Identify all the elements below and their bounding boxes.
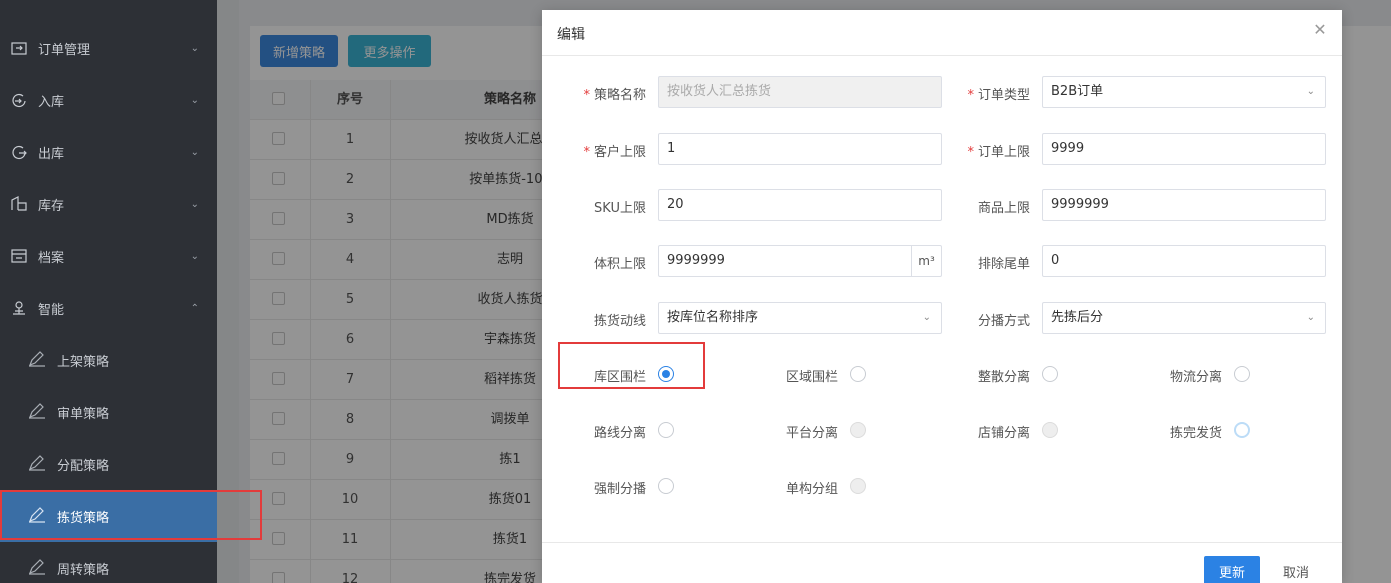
- radio-label-whole-loose: 整散分离: [977, 370, 1030, 385]
- order-type-select[interactable]: B2B订单 ⌄: [1042, 76, 1326, 108]
- inbound-icon: [10, 91, 28, 109]
- sidebar-item-label: 档案: [38, 250, 65, 266]
- radio-force-sowing[interactable]: [658, 478, 674, 494]
- archive-icon: [10, 247, 28, 265]
- sidebar-subitem-label: 分配策略: [57, 458, 110, 474]
- highlight-box: [558, 342, 705, 389]
- highlight-box: [0, 490, 262, 540]
- edit-dialog: 编辑 ✕ * 策略名称 按收货人汇总拣货 * 订单类型 B2B订单 ⌄ * 客户上限 1…: [542, 10, 1342, 583]
- sidebar-subitem-putaway[interactable]: 上架策略: [0, 334, 217, 386]
- order-limit-label: * 订单上限: [967, 145, 1030, 160]
- pick-route-select[interactable]: 按库位名称排序 ⌄: [658, 302, 942, 334]
- sidebar-item-label: 出库: [38, 146, 65, 162]
- sidebar-item-smart[interactable]: 智能 ⌃: [0, 282, 217, 334]
- customer-limit-label: * 客户上限: [583, 145, 646, 160]
- goods-limit-label: 商品上限: [977, 201, 1030, 216]
- sku-limit-label: SKU上限: [594, 201, 646, 216]
- strategy-name-input[interactable]: 按收货人汇总拣货: [658, 76, 942, 108]
- sidebar-item-inbound[interactable]: 入库 ⌄: [0, 74, 217, 126]
- update-button[interactable]: 更新: [1204, 556, 1260, 583]
- sowing-mode-label: 分播方式: [977, 314, 1030, 329]
- radio-label-area-fence: 区域围栏: [785, 370, 838, 385]
- sidebar-item-label: 智能: [38, 302, 65, 318]
- order-type-label: * 订单类型: [967, 88, 1030, 103]
- chevron-down-icon: ⌄: [1306, 86, 1315, 97]
- radio-logistics[interactable]: [1234, 366, 1250, 382]
- smart-icon: [10, 299, 28, 317]
- chevron-down-icon: ⌄: [1306, 312, 1315, 323]
- pen-icon: [28, 351, 46, 369]
- radio-label-route: 路线分离: [593, 426, 646, 441]
- sidebar-item-inventory[interactable]: 库存 ⌄: [0, 178, 217, 230]
- radio-ship-after-pick[interactable]: [1234, 422, 1250, 438]
- radio-shop[interactable]: [1042, 422, 1058, 438]
- pen-icon: [28, 455, 46, 473]
- radio-label-shop: 店铺分离: [977, 426, 1030, 441]
- sidebar-item-label: 订单管理: [38, 42, 91, 58]
- radio-route[interactable]: [658, 422, 674, 438]
- inventory-icon: [10, 195, 28, 213]
- strategy-name-label: * 策略名称: [583, 88, 646, 103]
- radio-label-ship-after-pick: 拣完发货: [1169, 426, 1222, 441]
- order-limit-input[interactable]: 9999: [1042, 133, 1326, 165]
- chevron-down-icon: ⌄: [190, 94, 199, 106]
- divider: [542, 55, 1342, 56]
- chevron-down-icon: ⌄: [190, 146, 199, 158]
- outbound-icon: [10, 143, 28, 161]
- sidebar-subitem-label: 审单策略: [57, 406, 110, 422]
- order-icon: [10, 39, 28, 57]
- radio-whole-loose[interactable]: [1042, 366, 1058, 382]
- cancel-button[interactable]: 取消: [1272, 556, 1320, 583]
- sidebar-subitem-turnover[interactable]: 周转策略: [0, 542, 217, 583]
- sidebar-item-orders[interactable]: 订单管理 ⌄: [0, 22, 217, 74]
- pen-icon: [28, 403, 46, 421]
- radio-label-logistics: 物流分离: [1169, 370, 1222, 385]
- sidebar-subitem-allocate[interactable]: 分配策略: [0, 438, 217, 490]
- sidebar-subitem-label: 上架策略: [57, 354, 110, 370]
- exclude-tail-label: 排除尾单: [977, 257, 1030, 272]
- sku-limit-input[interactable]: 20: [658, 189, 942, 221]
- volume-limit-input[interactable]: 9999999 m³: [658, 245, 942, 277]
- sidebar-item-archive[interactable]: 档案 ⌄: [0, 230, 217, 282]
- radio-platform[interactable]: [850, 422, 866, 438]
- dialog-title: 编辑: [557, 27, 585, 43]
- exclude-tail-input[interactable]: 0: [1042, 245, 1326, 277]
- sidebar-item-label: 库存: [38, 198, 65, 214]
- sidebar-subitem-label: 周转策略: [57, 562, 110, 578]
- customer-limit-input[interactable]: 1: [658, 133, 942, 165]
- volume-limit-label: 体积上限: [593, 257, 646, 272]
- radio-label-single-group: 单构分组: [785, 482, 838, 497]
- pick-route-label: 拣货动线: [593, 314, 646, 329]
- divider: [542, 542, 1342, 543]
- chevron-down-icon: ⌄: [190, 250, 199, 262]
- chevron-up-icon: ⌃: [190, 302, 199, 314]
- close-icon[interactable]: ✕: [1312, 22, 1328, 38]
- radio-area-fence[interactable]: [850, 366, 866, 382]
- sowing-mode-select[interactable]: 先拣后分 ⌄: [1042, 302, 1326, 334]
- chevron-down-icon: ⌄: [190, 198, 199, 210]
- sidebar-item-label: 入库: [38, 94, 65, 110]
- radio-label-force-sowing: 强制分播: [593, 482, 646, 497]
- pen-icon: [28, 559, 46, 577]
- radio-single-group[interactable]: [850, 478, 866, 494]
- radio-label-platform: 平台分离: [785, 426, 838, 441]
- goods-limit-input[interactable]: 9999999: [1042, 189, 1326, 221]
- sidebar-subitem-review[interactable]: 审单策略: [0, 386, 217, 438]
- chevron-down-icon: ⌄: [190, 42, 199, 54]
- sidebar-item-outbound[interactable]: 出库 ⌄: [0, 126, 217, 178]
